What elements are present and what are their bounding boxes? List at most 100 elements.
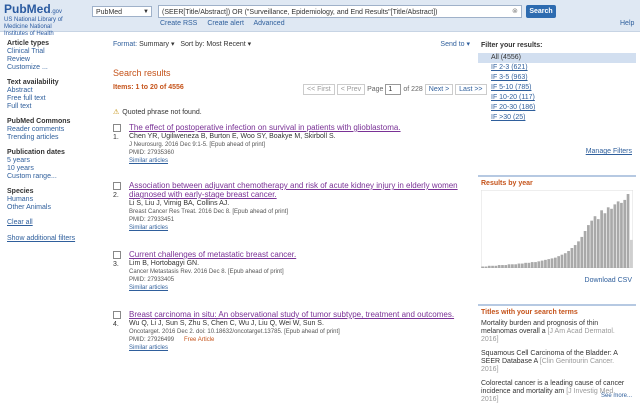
year-bar[interactable] xyxy=(623,199,627,268)
filter-item[interactable]: Customize ... xyxy=(7,64,97,72)
sort-dropdown[interactable]: Most Recent ▾ xyxy=(206,41,251,48)
show-additional-filters-link[interactable]: Show additional filters xyxy=(7,235,97,243)
year-bar[interactable] xyxy=(520,263,524,268)
help-link[interactable]: Help xyxy=(620,20,634,27)
result-title-link[interactable]: The effect of postoperative infection on… xyxy=(129,123,469,132)
filter-option[interactable]: IF 20-30 (186) xyxy=(478,103,636,113)
search-input[interactable]: (SEER[Title/Abstract]) OR ("Surveillance… xyxy=(158,5,522,18)
results-by-year-heading[interactable]: Results by year xyxy=(478,175,636,188)
year-bar[interactable] xyxy=(557,256,560,268)
year-bar[interactable] xyxy=(610,208,613,268)
result-title-link[interactable]: Breast carcinoma in situ: An observation… xyxy=(129,310,469,319)
year-bar[interactable] xyxy=(560,254,564,268)
year-bar[interactable] xyxy=(613,204,617,268)
see-more-link[interactable]: See more... xyxy=(601,393,632,399)
filter-item[interactable]: Reader comments xyxy=(7,126,97,134)
year-bar[interactable] xyxy=(630,239,633,268)
year-bar[interactable] xyxy=(616,201,620,268)
result-checkbox[interactable] xyxy=(113,124,121,132)
titles-with-terms-heading[interactable]: Titles with your search terms xyxy=(478,304,636,317)
year-bar[interactable] xyxy=(544,259,547,268)
term-item[interactable]: Mortality burden and prognosis of thin m… xyxy=(481,320,633,344)
year-bar[interactable] xyxy=(554,257,557,268)
year-bar[interactable] xyxy=(620,202,623,268)
year-bar[interactable] xyxy=(563,253,567,268)
year-bar[interactable] xyxy=(577,241,580,268)
year-bar[interactable] xyxy=(507,264,511,268)
year-bar[interactable] xyxy=(501,265,504,268)
filter-option[interactable]: IF 2-3 (621) xyxy=(478,63,636,73)
next-page-button[interactable]: Next > xyxy=(424,84,454,95)
similar-articles-link[interactable]: Similar articles xyxy=(129,224,469,232)
filter-option[interactable]: IF >30 (25) xyxy=(478,113,636,123)
clear-all-link[interactable]: Clear all xyxy=(7,219,97,227)
filter-option[interactable]: IF 10-20 (117) xyxy=(478,93,636,103)
year-bar[interactable] xyxy=(514,264,518,268)
advanced-link[interactable]: Advanced xyxy=(253,20,284,27)
manage-filters-link[interactable]: Manage Filters xyxy=(586,148,632,155)
filter-item[interactable]: Other Animals xyxy=(7,204,97,212)
result-checkbox[interactable] xyxy=(113,311,121,319)
year-bar[interactable] xyxy=(481,266,484,268)
year-bar[interactable] xyxy=(587,225,590,268)
year-bar[interactable] xyxy=(590,220,594,268)
filter-item[interactable]: Full text xyxy=(7,103,97,111)
prev-page-button[interactable]: < Prev xyxy=(336,84,366,95)
result-title-link[interactable]: Current challenges of metastatic breast … xyxy=(129,250,469,259)
result-checkbox[interactable] xyxy=(113,182,121,190)
filter-option[interactable]: IF 3-5 (963) xyxy=(478,73,636,83)
year-bar[interactable] xyxy=(547,259,551,268)
year-bar[interactable] xyxy=(534,262,537,268)
year-bar[interactable] xyxy=(540,260,544,268)
year-bar[interactable] xyxy=(570,248,574,268)
year-bar[interactable] xyxy=(567,250,570,268)
year-bar[interactable] xyxy=(511,264,514,268)
search-button[interactable]: Search xyxy=(526,5,556,18)
results-by-year-chart[interactable] xyxy=(481,190,633,268)
year-bar[interactable] xyxy=(583,231,587,268)
year-bar[interactable] xyxy=(487,265,491,268)
year-bar[interactable] xyxy=(494,265,498,268)
filter-item[interactable]: Free full text xyxy=(7,95,97,103)
filter-item[interactable]: Trending articles xyxy=(7,134,97,142)
year-bar[interactable] xyxy=(484,266,488,268)
year-bar[interactable] xyxy=(573,245,577,268)
year-bar[interactable] xyxy=(517,263,521,268)
similar-articles-link[interactable]: Similar articles xyxy=(129,344,469,352)
year-bar[interactable] xyxy=(504,265,508,268)
page-number-input[interactable]: 1 xyxy=(385,84,402,95)
filter-item[interactable]: Humans xyxy=(7,196,97,204)
year-bar[interactable] xyxy=(580,236,584,268)
year-bar[interactable] xyxy=(497,265,501,268)
filter-item[interactable]: 5 years xyxy=(7,157,97,165)
year-bar[interactable] xyxy=(537,261,541,268)
filter-item[interactable]: Review xyxy=(7,56,97,64)
year-bar[interactable] xyxy=(527,262,531,268)
filter-option[interactable]: All (4556) xyxy=(478,53,636,63)
year-bar[interactable] xyxy=(626,194,630,268)
format-dropdown[interactable]: Summary ▾ xyxy=(139,41,174,48)
create-alert-link[interactable]: Create alert xyxy=(207,20,244,27)
similar-articles-link[interactable]: Similar articles xyxy=(129,284,469,292)
year-bar[interactable] xyxy=(491,265,494,268)
filter-item[interactable]: 10 years xyxy=(7,165,97,173)
year-bar[interactable] xyxy=(524,262,527,268)
filter-item[interactable]: Custom range... xyxy=(7,173,97,181)
filter-option[interactable]: IF 5-10 (785) xyxy=(478,83,636,93)
create-rss-link[interactable]: Create RSS xyxy=(160,20,197,27)
filter-item[interactable]: Abstract xyxy=(7,87,97,95)
year-bar[interactable] xyxy=(600,210,603,268)
year-bar[interactable] xyxy=(606,207,610,268)
pubmed-logo[interactable]: PubMed.gov xyxy=(4,2,62,16)
year-bar[interactable] xyxy=(593,216,597,268)
year-bar[interactable] xyxy=(596,219,600,268)
year-bar[interactable] xyxy=(530,262,534,268)
similar-articles-link[interactable]: Similar articles xyxy=(129,157,469,165)
clear-search-icon[interactable]: ⊗ xyxy=(512,7,518,15)
term-item[interactable]: Squamous Cell Carcinoma of the Bladder: … xyxy=(481,350,633,374)
download-csv-link[interactable]: Download CSV xyxy=(585,277,632,284)
result-title-link[interactable]: Association between adjuvant chemotherap… xyxy=(129,181,469,199)
filter-item[interactable]: Clinical Trial xyxy=(7,48,97,56)
first-page-button[interactable]: << First xyxy=(303,84,335,95)
database-select[interactable]: PubMed ▼ xyxy=(92,6,152,17)
